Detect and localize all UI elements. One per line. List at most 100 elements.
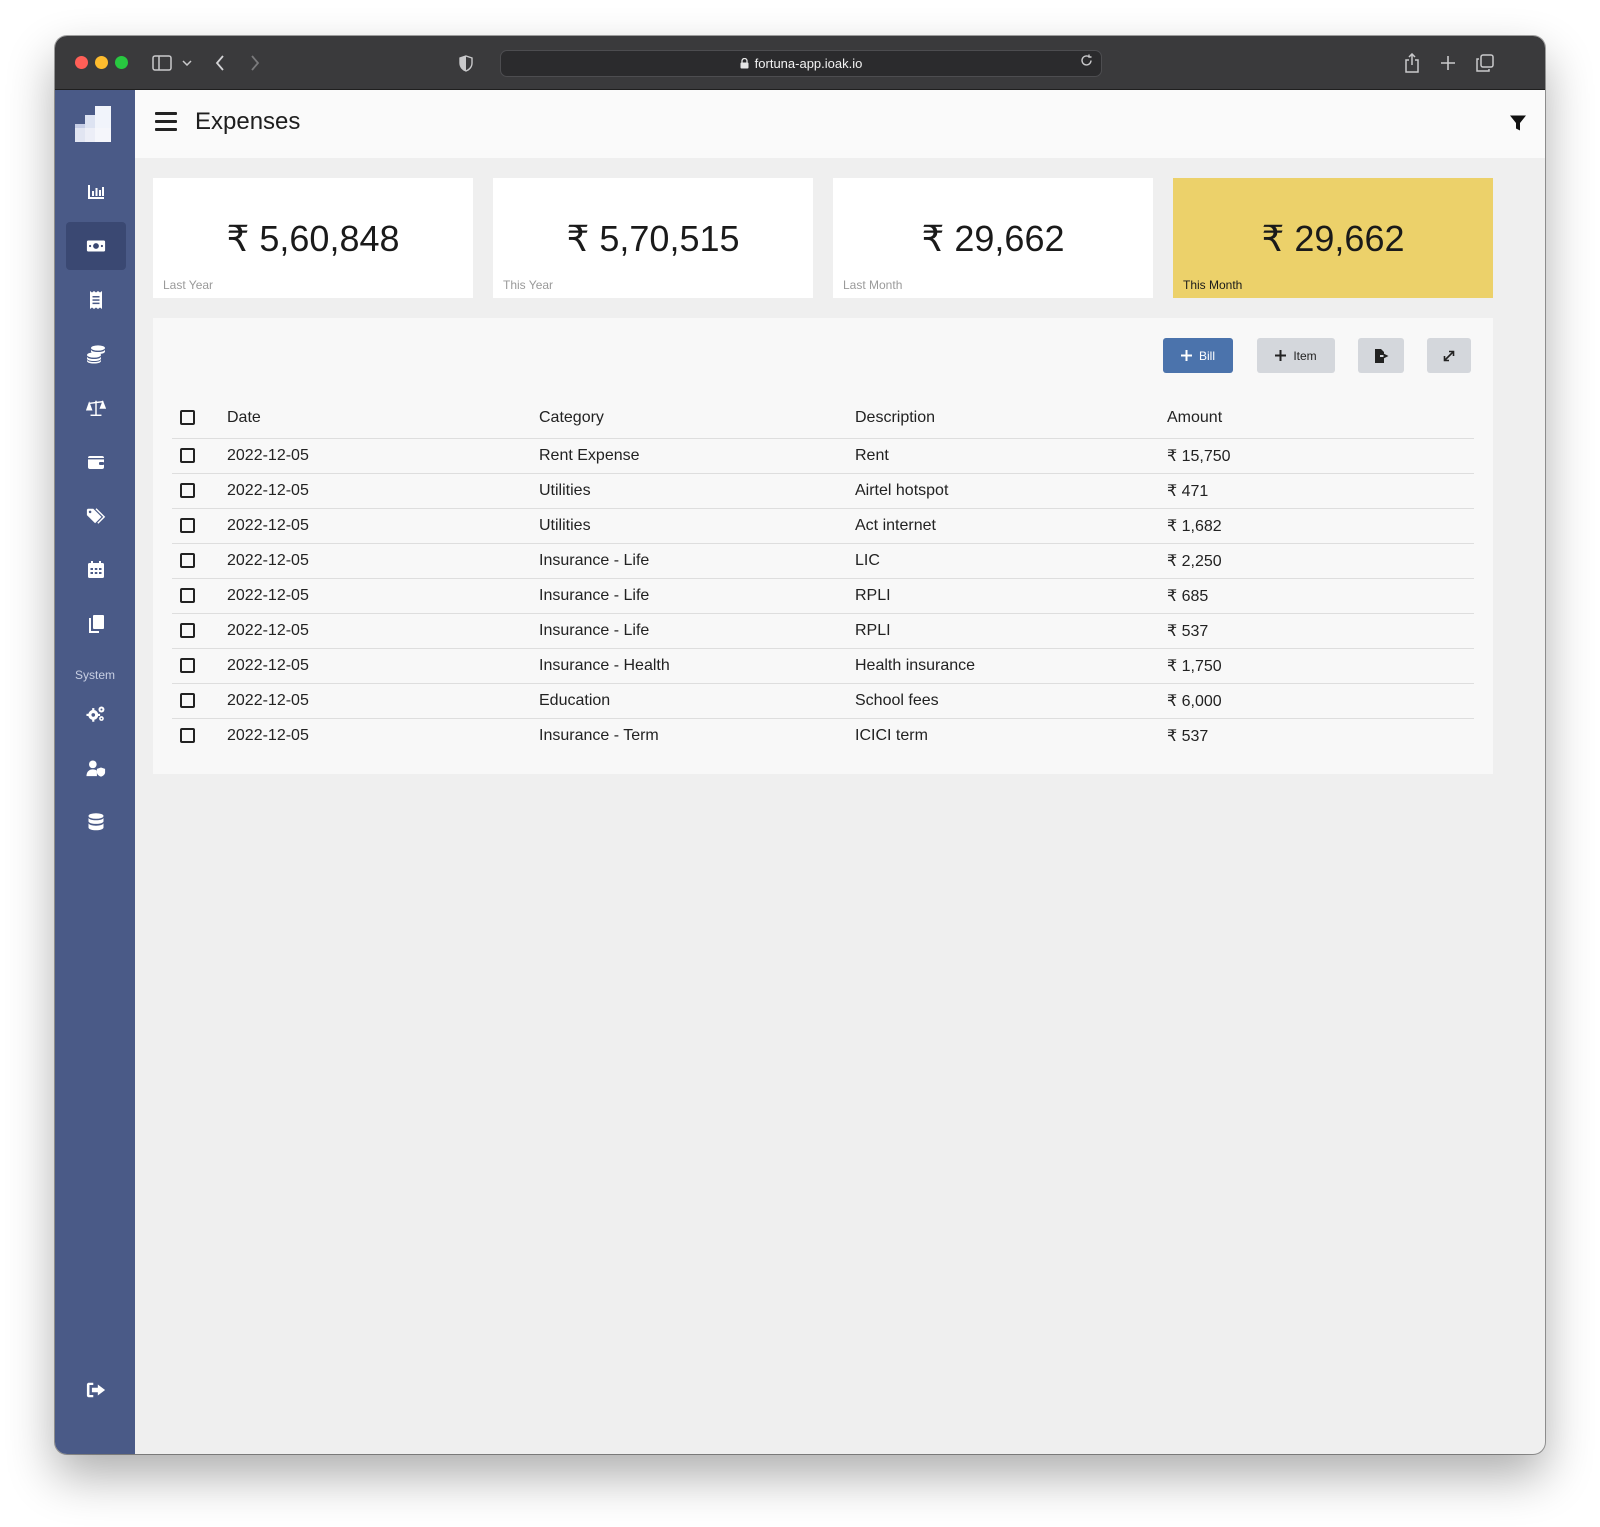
cell-amount: ₹ 1,682 [1167,508,1474,544]
row-checkbox[interactable] [180,482,195,498]
sidebar-item-balance[interactable] [66,384,126,432]
sidebar-item-tags[interactable] [66,492,126,540]
row-checkbox[interactable] [180,517,195,533]
sidebar-item-receipts[interactable] [66,276,126,324]
expand-button[interactable] [1427,338,1471,373]
sidebar-item-accounts[interactable] [66,438,126,486]
chevron-down-icon[interactable] [180,52,194,74]
export-button[interactable] [1358,338,1404,373]
sidebar-item-calendar[interactable] [66,546,126,594]
cell-description: Airtel hotspot [855,473,1167,509]
stat-value: ₹ 29,662 [921,218,1065,259]
expenses-panel: Bill Item Date Category Description Amou… [153,318,1493,774]
sidebar-item-income[interactable] [66,330,126,378]
cell-date: 2022-12-05 [227,473,539,509]
table-row[interactable]: 2022-12-05 Utilities Act internet ₹ 1,68… [172,508,1474,544]
cell-category: Utilities [539,473,855,509]
row-checkbox[interactable] [180,622,195,638]
chart-icon [88,185,104,199]
cell-description: LIC [855,543,1167,579]
stat-card-this-month: ₹ 29,662 This Month [1173,178,1493,298]
cell-category: Insurance - Term [539,726,659,744]
column-header-category[interactable]: Category [539,398,855,439]
file-export-icon [1374,348,1388,363]
sidebar-item-dashboard[interactable] [66,168,126,216]
reload-icon[interactable] [1080,54,1093,70]
lock-icon [740,58,749,69]
cell-date: 2022-12-05 [227,543,539,579]
browser-window: fortuna-app.ioak.io System Expenses ₹ 5,… [55,36,1545,1454]
tab-overview-icon[interactable] [1475,52,1495,74]
calendar-icon [88,561,104,578]
expenses-table: Date Category Description Amount 2022-12… [172,398,1474,753]
cogs-icon [86,706,105,722]
cell-category: Insurance - Life [539,613,855,649]
coins-icon [87,345,105,364]
cell-amount: ₹ 6,000 [1167,683,1474,719]
app-logo[interactable] [75,106,113,144]
database-icon [88,813,104,831]
table-row[interactable]: 2022-12-05 Insurance - Health Health ins… [172,648,1474,684]
filter-icon[interactable] [1509,114,1527,132]
stat-card-this-year: ₹ 5,70,515 This Year [493,178,813,298]
cell-description: ICICI term [855,726,928,744]
column-header-amount[interactable]: Amount [1167,398,1474,439]
sidebar-item-database[interactable] [66,798,126,846]
cell-date: 2022-12-05 [227,726,309,744]
shield-icon[interactable] [457,52,475,74]
back-icon[interactable] [212,52,228,74]
page-title: Expenses [195,108,301,135]
stat-value: ₹ 5,70,515 [566,218,740,259]
money-bill-icon [86,240,106,252]
cell-date: 2022-12-05 [227,578,539,614]
cell-description: RPLI [855,613,1167,649]
sidebar-toggle-icon[interactable] [151,52,173,74]
table-row[interactable]: 2022-12-05 Utilities Airtel hotspot ₹ 47… [172,473,1474,509]
browser-toolbar: fortuna-app.ioak.io [55,36,1545,90]
sidebar-item-settings[interactable] [66,690,126,738]
add-item-button[interactable]: Item [1257,338,1335,373]
row-checkbox[interactable] [180,587,195,603]
expand-icon [1443,350,1455,361]
row-checkbox[interactable] [180,447,195,463]
stat-value: ₹ 5,60,848 [226,218,400,259]
table-row[interactable]: 2022-12-05 Education School fees ₹ 6,000 [172,683,1474,719]
sidebar-item-expenses[interactable] [66,222,126,270]
row-checkbox[interactable] [180,657,195,673]
row-checkbox[interactable] [180,728,195,744]
column-header-date[interactable]: Date [227,398,539,439]
row-checkbox[interactable] [180,552,195,568]
table-row[interactable]: 2022-12-05 Insurance - Life RPLI ₹ 537 [172,613,1474,649]
cell-date: 2022-12-05 [227,648,539,684]
stat-label: This Month [1183,278,1243,292]
minimize-window-button[interactable] [95,56,108,69]
table-row[interactable]: 2022-12-05 Insurance - Term ICICI term ₹… [172,718,1474,753]
stat-card-last-year: ₹ 5,60,848 Last Year [153,178,473,298]
sidebar-item-logout[interactable] [66,1366,126,1414]
column-header-description[interactable]: Description [855,398,1167,439]
add-bill-button[interactable]: Bill [1163,338,1233,373]
table-row[interactable]: 2022-12-05 Insurance - Life RPLI ₹ 685 [172,578,1474,614]
new-tab-icon[interactable] [1438,52,1458,74]
cell-description: Act internet [855,508,1167,544]
forward-icon[interactable] [247,52,263,74]
sidebar-item-documents[interactable] [66,600,126,648]
cell-category: Education [539,683,855,719]
row-checkbox[interactable] [180,692,195,708]
sidebar-item-users[interactable] [66,744,126,792]
stat-label: Last Year [163,278,214,292]
close-window-button[interactable] [75,56,88,69]
address-bar[interactable]: fortuna-app.ioak.io [500,50,1102,77]
share-icon[interactable] [1402,52,1422,74]
stat-card-last-month: ₹ 29,662 Last Month [833,178,1153,298]
table-row[interactable]: 2022-12-05 Insurance - Life LIC ₹ 2,250 [172,543,1474,579]
cell-amount: ₹ 2,250 [1167,543,1474,579]
table-row[interactable]: 2022-12-05 Rent Expense Rent ₹ 15,750 [172,438,1474,474]
add-item-label: Item [1293,348,1317,363]
tags-icon [86,508,106,524]
hamburger-menu-icon[interactable] [155,112,177,132]
cell-amount: ₹ 15,750 [1167,438,1474,474]
select-all-checkbox[interactable] [180,410,195,426]
url-text: fortuna-app.ioak.io [754,56,863,71]
maximize-window-button[interactable] [115,56,128,69]
